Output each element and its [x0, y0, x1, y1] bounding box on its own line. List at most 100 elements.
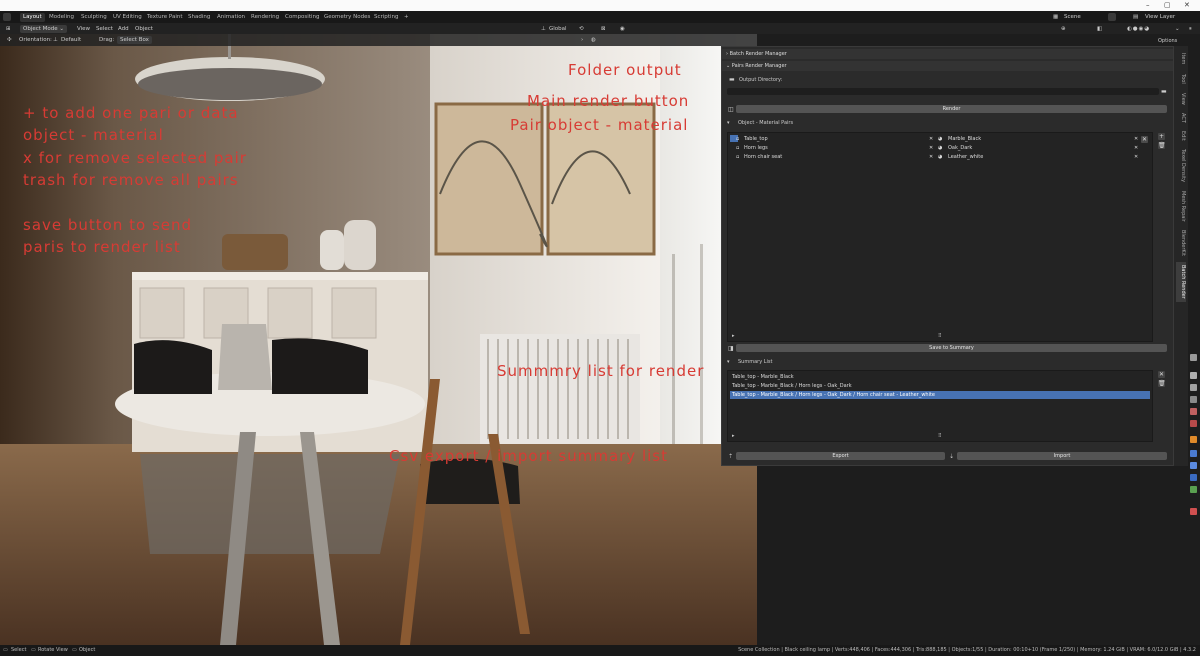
- clear-object-icon[interactable]: ✕: [929, 135, 933, 143]
- pairs-list[interactable]: ▫ Table_top ✕ ◕ Marble_Black ✕ ▫ Horn le…: [727, 132, 1153, 342]
- render-properties-icon[interactable]: [1190, 372, 1197, 379]
- menu-object[interactable]: Object: [132, 25, 156, 33]
- shading-options-icon[interactable]: ⌄: [1172, 25, 1183, 33]
- add-workspace-button[interactable]: +: [401, 13, 412, 22]
- gizmo-icon[interactable]: ◍: [588, 36, 599, 44]
- tab-shading[interactable]: Shading: [185, 13, 213, 22]
- drag-selector[interactable]: Select Box: [117, 36, 152, 44]
- shading-modes-icon[interactable]: ◐●◉◕: [1124, 25, 1153, 33]
- modifier-properties-icon[interactable]: [1190, 450, 1197, 457]
- pairs-render-header[interactable]: ⌄ Pairs Render Manager: [722, 61, 1173, 71]
- editor-type-icon[interactable]: [3, 13, 11, 21]
- xray-icon[interactable]: ◧: [1094, 25, 1105, 33]
- list-item[interactable]: Table_top - Marble_Black / Horn legs - O…: [730, 382, 1150, 390]
- sidebar-panel: › Batch Render Manager ⌄ Pairs Render Ma…: [721, 46, 1174, 466]
- tab-texel-density[interactable]: Texel Density: [1176, 146, 1186, 186]
- tab-animation[interactable]: Animation: [214, 13, 248, 22]
- menu-select[interactable]: Select: [93, 25, 116, 33]
- tab-item[interactable]: Item: [1176, 50, 1186, 68]
- summary-list[interactable]: Table_top - Marble_Black Table_top - Mar…: [727, 370, 1153, 442]
- tab-sculpting[interactable]: Sculpting: [78, 13, 110, 22]
- mode-selector[interactable]: Object Mode ⌄: [20, 25, 68, 33]
- panel-toggle-icon[interactable]: ›: [578, 36, 586, 44]
- list-item[interactable]: Table_top - Marble_Black: [730, 373, 1150, 381]
- view-layer-selector[interactable]: View Layer: [1142, 13, 1178, 21]
- batch-render-header[interactable]: › Batch Render Manager: [722, 49, 1173, 59]
- transform-orientation-selector[interactable]: Global: [546, 25, 570, 33]
- pivot-icon[interactable]: ⟲: [576, 25, 587, 33]
- clear-object-icon[interactable]: ✕: [929, 144, 933, 152]
- tab-act[interactable]: ACT: [1176, 110, 1186, 126]
- summary-remove-icon[interactable]: ✕: [1158, 371, 1165, 378]
- scene-properties-icon[interactable]: [1190, 408, 1197, 415]
- options-button[interactable]: Options: [1155, 37, 1180, 45]
- tab-blenderkit[interactable]: BlenderKit: [1176, 226, 1186, 260]
- tab-batch-render[interactable]: Batch Render: [1176, 262, 1186, 302]
- import-button[interactable]: Import: [957, 452, 1167, 460]
- editor-type-icon[interactable]: ⊞: [3, 25, 14, 33]
- save-to-summary-button[interactable]: Save to Summary: [736, 344, 1167, 352]
- tab-mesh-repair[interactable]: Mesh Repair: [1176, 188, 1186, 224]
- list-item[interactable]: ▫ Table_top ✕ ◕ Marble_Black ✕: [728, 135, 1152, 143]
- tab-geometry-nodes[interactable]: Geometry Nodes: [321, 13, 373, 22]
- object-properties-icon[interactable]: [1190, 436, 1197, 443]
- output-directory-label: Output Directory:: [739, 77, 783, 83]
- render-button[interactable]: Render: [736, 105, 1167, 113]
- chevron-down-icon[interactable]: ▾: [727, 120, 730, 126]
- scene-selector[interactable]: Scene: [1061, 13, 1084, 21]
- scene-copy-icon[interactable]: [1108, 13, 1116, 21]
- orientation-selector[interactable]: Default: [58, 36, 84, 44]
- tab-texture-paint[interactable]: Texture Paint: [144, 13, 186, 22]
- tab-rendering[interactable]: Rendering: [248, 13, 282, 22]
- material-properties-icon[interactable]: [1190, 508, 1197, 515]
- clear-object-icon[interactable]: ✕: [929, 153, 933, 161]
- tab-scripting[interactable]: Scripting: [371, 13, 401, 22]
- list-item[interactable]: Table_top - Marble_Black / Horn legs - O…: [730, 391, 1150, 399]
- tab-tool[interactable]: Tool: [1176, 70, 1186, 88]
- scene-icon[interactable]: ▦: [1050, 13, 1061, 21]
- snap-icon[interactable]: ⊠: [598, 25, 609, 33]
- list-item[interactable]: ▫ Horn chair seat ✕ ◕ Leather_white ✕: [728, 153, 1152, 161]
- export-button[interactable]: Export: [736, 452, 945, 460]
- summary-trash-icon[interactable]: 🗑: [1158, 380, 1166, 387]
- list-grip-icon[interactable]: ⠿: [938, 433, 942, 439]
- tab-edit[interactable]: Edit: [1176, 128, 1186, 144]
- tab-layout[interactable]: Layout: [20, 13, 45, 22]
- data-properties-icon[interactable]: [1190, 486, 1197, 493]
- list-item[interactable]: ▫ Horn legs ✕ ◕ Oak_Dark ✕: [728, 144, 1152, 152]
- list-resize-icon[interactable]: ▸: [732, 433, 735, 439]
- world-properties-icon[interactable]: [1190, 420, 1197, 427]
- remove-pair-icon[interactable]: ✕: [1141, 136, 1148, 143]
- proportional-edit-icon[interactable]: ◉: [617, 25, 628, 33]
- list-grip-icon[interactable]: ⠿: [938, 333, 942, 339]
- view-layer-icon[interactable]: ▤: [1130, 13, 1141, 21]
- pause-icon[interactable]: ⏸: [1186, 25, 1195, 33]
- chevron-down-icon[interactable]: ▾: [727, 359, 730, 365]
- output-directory-field[interactable]: [727, 88, 1159, 95]
- menu-view[interactable]: View: [74, 25, 93, 33]
- add-pair-icon[interactable]: +: [1158, 133, 1165, 140]
- close-icon[interactable]: ✕: [1184, 1, 1190, 9]
- tab-view[interactable]: View: [1176, 90, 1186, 108]
- physics-icon[interactable]: [1190, 474, 1197, 481]
- viewport-render[interactable]: Folder output Main render button Pair ob…: [0, 34, 760, 645]
- trash-icon[interactable]: 🗑: [1158, 142, 1166, 149]
- tab-uv-editing[interactable]: UV Editing: [110, 13, 145, 22]
- folder-browse-icon[interactable]: ▬: [1161, 88, 1167, 95]
- particles-icon[interactable]: [1190, 462, 1197, 469]
- clear-material-icon[interactable]: ✕: [1134, 144, 1138, 152]
- clear-material-icon[interactable]: ✕: [1134, 153, 1138, 161]
- list-resize-icon[interactable]: ▸: [732, 333, 735, 339]
- minimize-icon[interactable]: –: [1146, 1, 1150, 9]
- tab-compositing[interactable]: Compositing: [282, 13, 322, 22]
- viewport-gizmo-icon[interactable]: ⊕: [1058, 25, 1069, 33]
- material-sphere-icon: ◕: [938, 154, 943, 160]
- clear-material-icon[interactable]: ✕: [1134, 135, 1138, 143]
- menu-add[interactable]: Add: [115, 25, 132, 33]
- tab-modeling[interactable]: Modeling: [46, 13, 77, 22]
- tool-icon[interactable]: [1190, 354, 1197, 361]
- transform-icon[interactable]: ✣: [4, 36, 15, 44]
- view-layer-icon[interactable]: [1190, 396, 1197, 403]
- maximize-icon[interactable]: ▢: [1164, 1, 1171, 9]
- output-properties-icon[interactable]: [1190, 384, 1197, 391]
